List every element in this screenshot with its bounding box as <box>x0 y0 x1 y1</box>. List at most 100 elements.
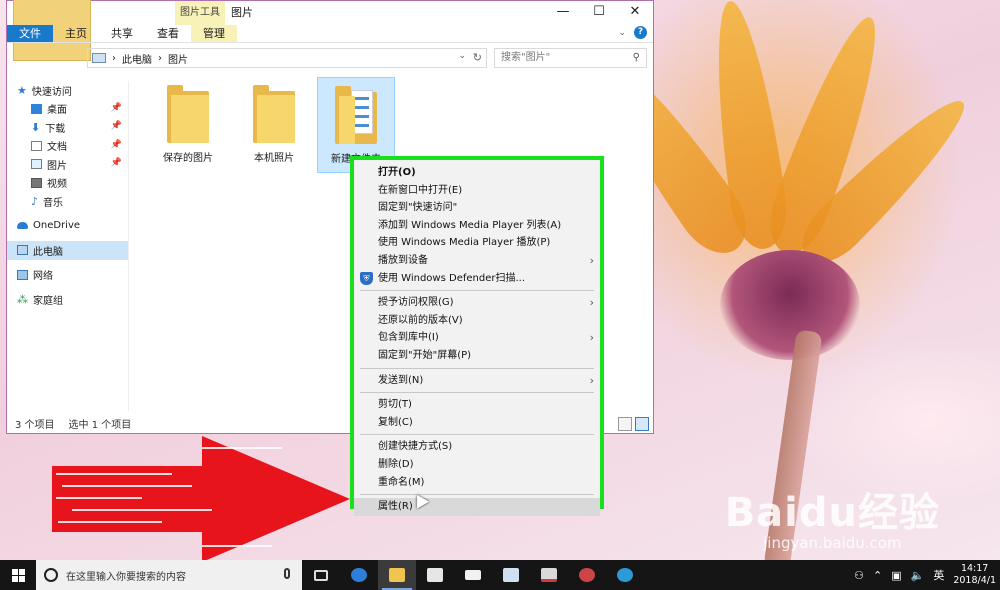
sidebar-item-network[interactable]: 网络 <box>7 266 128 285</box>
details-view-icon[interactable] <box>618 417 632 431</box>
this-pc-icon <box>17 245 28 256</box>
breadcrumb-pictures[interactable]: 图片 <box>168 51 188 66</box>
sidebar-item-downloads[interactable]: ⬇ 下载 📌 <box>7 118 128 137</box>
tab-manage[interactable]: 管理 <box>191 25 237 42</box>
tab-view[interactable]: 查看 <box>145 25 191 42</box>
maximize-button[interactable]: ☐ <box>581 1 617 25</box>
tab-home[interactable]: 主页 <box>53 25 99 42</box>
breadcrumb-this-pc[interactable]: 此电脑 <box>122 51 152 66</box>
search-placeholder: 搜索"图片" <box>501 52 551 63</box>
mail-icon[interactable] <box>454 560 492 590</box>
pictures-icon <box>31 159 42 170</box>
title-bar[interactable]: ✓ ▾ 图片工具 图片 — ☐ ✕ <box>7 0 653 61</box>
show-hidden-icons-icon[interactable]: ⌃ <box>873 569 882 582</box>
menu-item-pin-quick-access[interactable]: 固定到"快速访问" <box>354 199 600 217</box>
search-box[interactable]: 搜索"图片" ⚲ <box>494 48 647 68</box>
network-icon <box>17 269 28 280</box>
address-dropdown-icon[interactable]: ⌄ <box>458 51 466 61</box>
menu-item-open[interactable]: 打开(O) <box>354 164 600 182</box>
sidebar-item-quick-access[interactable]: ★ 快速访问 <box>7 81 128 100</box>
sidebar-item-desktop[interactable]: 桌面 📌 <box>7 100 128 119</box>
pin-icon: 📌 <box>110 102 122 113</box>
sidebar-item-label: 下载 <box>45 123 66 135</box>
menu-item-rename[interactable]: 重命名(M) <box>354 474 600 492</box>
folder-item[interactable]: 保存的图片 <box>149 77 227 173</box>
submenu-arrow-icon: › <box>589 296 594 310</box>
tab-file[interactable]: 文件 <box>7 25 53 42</box>
ime-indicator[interactable]: 英 <box>933 567 944 583</box>
baidu-watermark: Baidu经验 jingyan.baidu.com <box>725 480 940 552</box>
folder-icon <box>167 85 209 143</box>
sidebar-item-label: OneDrive <box>33 220 81 232</box>
help-icon[interactable]: ? <box>634 26 647 39</box>
sidebar-item-label: 此电脑 <box>33 246 63 258</box>
quick-access-toolbar: ✓ ▾ <box>13 0 91 61</box>
menu-item-properties[interactable]: 属性(R) <box>354 498 600 516</box>
cortana-icon <box>44 568 58 582</box>
clock[interactable]: 14:17 2018/4/1 <box>953 563 996 587</box>
menu-item-delete[interactable]: 删除(D) <box>354 456 600 474</box>
sidebar-item-homegroup[interactable]: ⁂ 家庭组 <box>7 290 128 309</box>
microphone-icon[interactable] <box>284 568 290 579</box>
menu-item-defender-scan[interactable]: ⛨ 使用 Windows Defender扫描... <box>354 270 600 288</box>
people-icon[interactable]: ⚇ <box>854 569 864 582</box>
picture-tools-header: 图片工具 <box>175 1 225 25</box>
taskbar-search-box[interactable]: 在这里输入你要搜索的内容 <box>36 560 302 590</box>
ribbon-tabs: 文件 主页 共享 查看 管理 ⌄ ? <box>7 25 653 43</box>
paint-icon[interactable] <box>568 560 606 590</box>
large-icons-view-icon[interactable] <box>635 417 649 431</box>
menu-item-cast-to-device[interactable]: 播放到设备 › <box>354 252 600 270</box>
menu-separator <box>360 392 594 394</box>
clock-date: 2018/4/1 <box>953 575 996 586</box>
menu-item-copy[interactable]: 复制(C) <box>354 414 600 432</box>
sidebar-item-pictures[interactable]: 图片 📌 <box>7 155 128 174</box>
browser-icon[interactable] <box>606 560 644 590</box>
sidebar-item-onedrive[interactable]: OneDrive <box>7 217 128 236</box>
video-icon <box>31 177 42 188</box>
menu-item-open-new-window[interactable]: 在新窗口中打开(E) <box>354 182 600 200</box>
file-explorer-icon[interactable] <box>378 560 416 590</box>
network-icon[interactable]: ▣ <box>891 569 901 582</box>
menu-item-cut[interactable]: 剪切(T) <box>354 396 600 414</box>
start-button[interactable] <box>0 560 36 590</box>
clock-time: 14:17 <box>960 563 989 574</box>
expand-ribbon-icon[interactable]: ⌄ <box>618 28 626 38</box>
close-button[interactable]: ✕ <box>617 1 653 25</box>
quick-access-star-icon: ★ <box>17 83 27 97</box>
menu-item-restore-versions[interactable]: 还原以前的版本(V) <box>354 312 600 330</box>
sidebar-item-videos[interactable]: 视频 <box>7 174 128 193</box>
window-title: 图片 <box>231 6 253 19</box>
this-pc-icon <box>92 53 106 63</box>
volume-icon[interactable]: 🔈 <box>911 569 925 582</box>
search-icon[interactable]: ⚲ <box>633 49 640 67</box>
menu-item-pin-to-start[interactable]: 固定到"开始"屏幕(P) <box>354 347 600 365</box>
menu-separator <box>360 367 594 369</box>
minimize-button[interactable]: — <box>545 1 581 25</box>
sidebar-item-label: 文档 <box>47 142 67 154</box>
refresh-icon[interactable]: ↻ <box>473 51 482 64</box>
tab-share[interactable]: 共享 <box>99 25 145 42</box>
store-icon[interactable] <box>416 560 454 590</box>
submenu-arrow-icon: › <box>589 253 594 267</box>
sidebar-item-documents[interactable]: 文档 📌 <box>7 137 128 156</box>
edge-icon[interactable] <box>340 560 378 590</box>
menu-item-send-to[interactable]: 发送到(N) › <box>354 372 600 390</box>
address-bar[interactable]: › 此电脑 › 图片 ⌄ ↻ <box>87 48 487 68</box>
notepad-icon[interactable] <box>492 560 530 590</box>
menu-item-include-in-library[interactable]: 包含到库中(I) › <box>354 329 600 347</box>
watermark-logo: Baidu经验 <box>724 490 940 536</box>
task-view-icon[interactable] <box>302 560 340 590</box>
menu-item-give-access[interactable]: 授予访问权限(G) › <box>354 294 600 312</box>
desktop-icon <box>31 103 42 114</box>
menu-item-add-wmp-list[interactable]: 添加到 Windows Media Player 列表(A) <box>354 217 600 235</box>
sidebar-item-music[interactable]: ♪ 音乐 <box>7 192 128 211</box>
menu-separator <box>360 434 594 436</box>
sidebar-item-this-pc[interactable]: 此电脑 <box>7 241 128 260</box>
folder-item[interactable]: 本机照片 <box>235 77 313 173</box>
item-count: 3 个项目 <box>15 419 55 431</box>
menu-item-create-shortcut[interactable]: 创建快捷方式(S) <box>354 438 600 456</box>
photos-icon[interactable] <box>530 560 568 590</box>
folder-icon <box>253 85 295 143</box>
menu-item-play-wmp[interactable]: 使用 Windows Media Player 播放(P) <box>354 234 600 252</box>
view-toggle <box>618 417 649 431</box>
